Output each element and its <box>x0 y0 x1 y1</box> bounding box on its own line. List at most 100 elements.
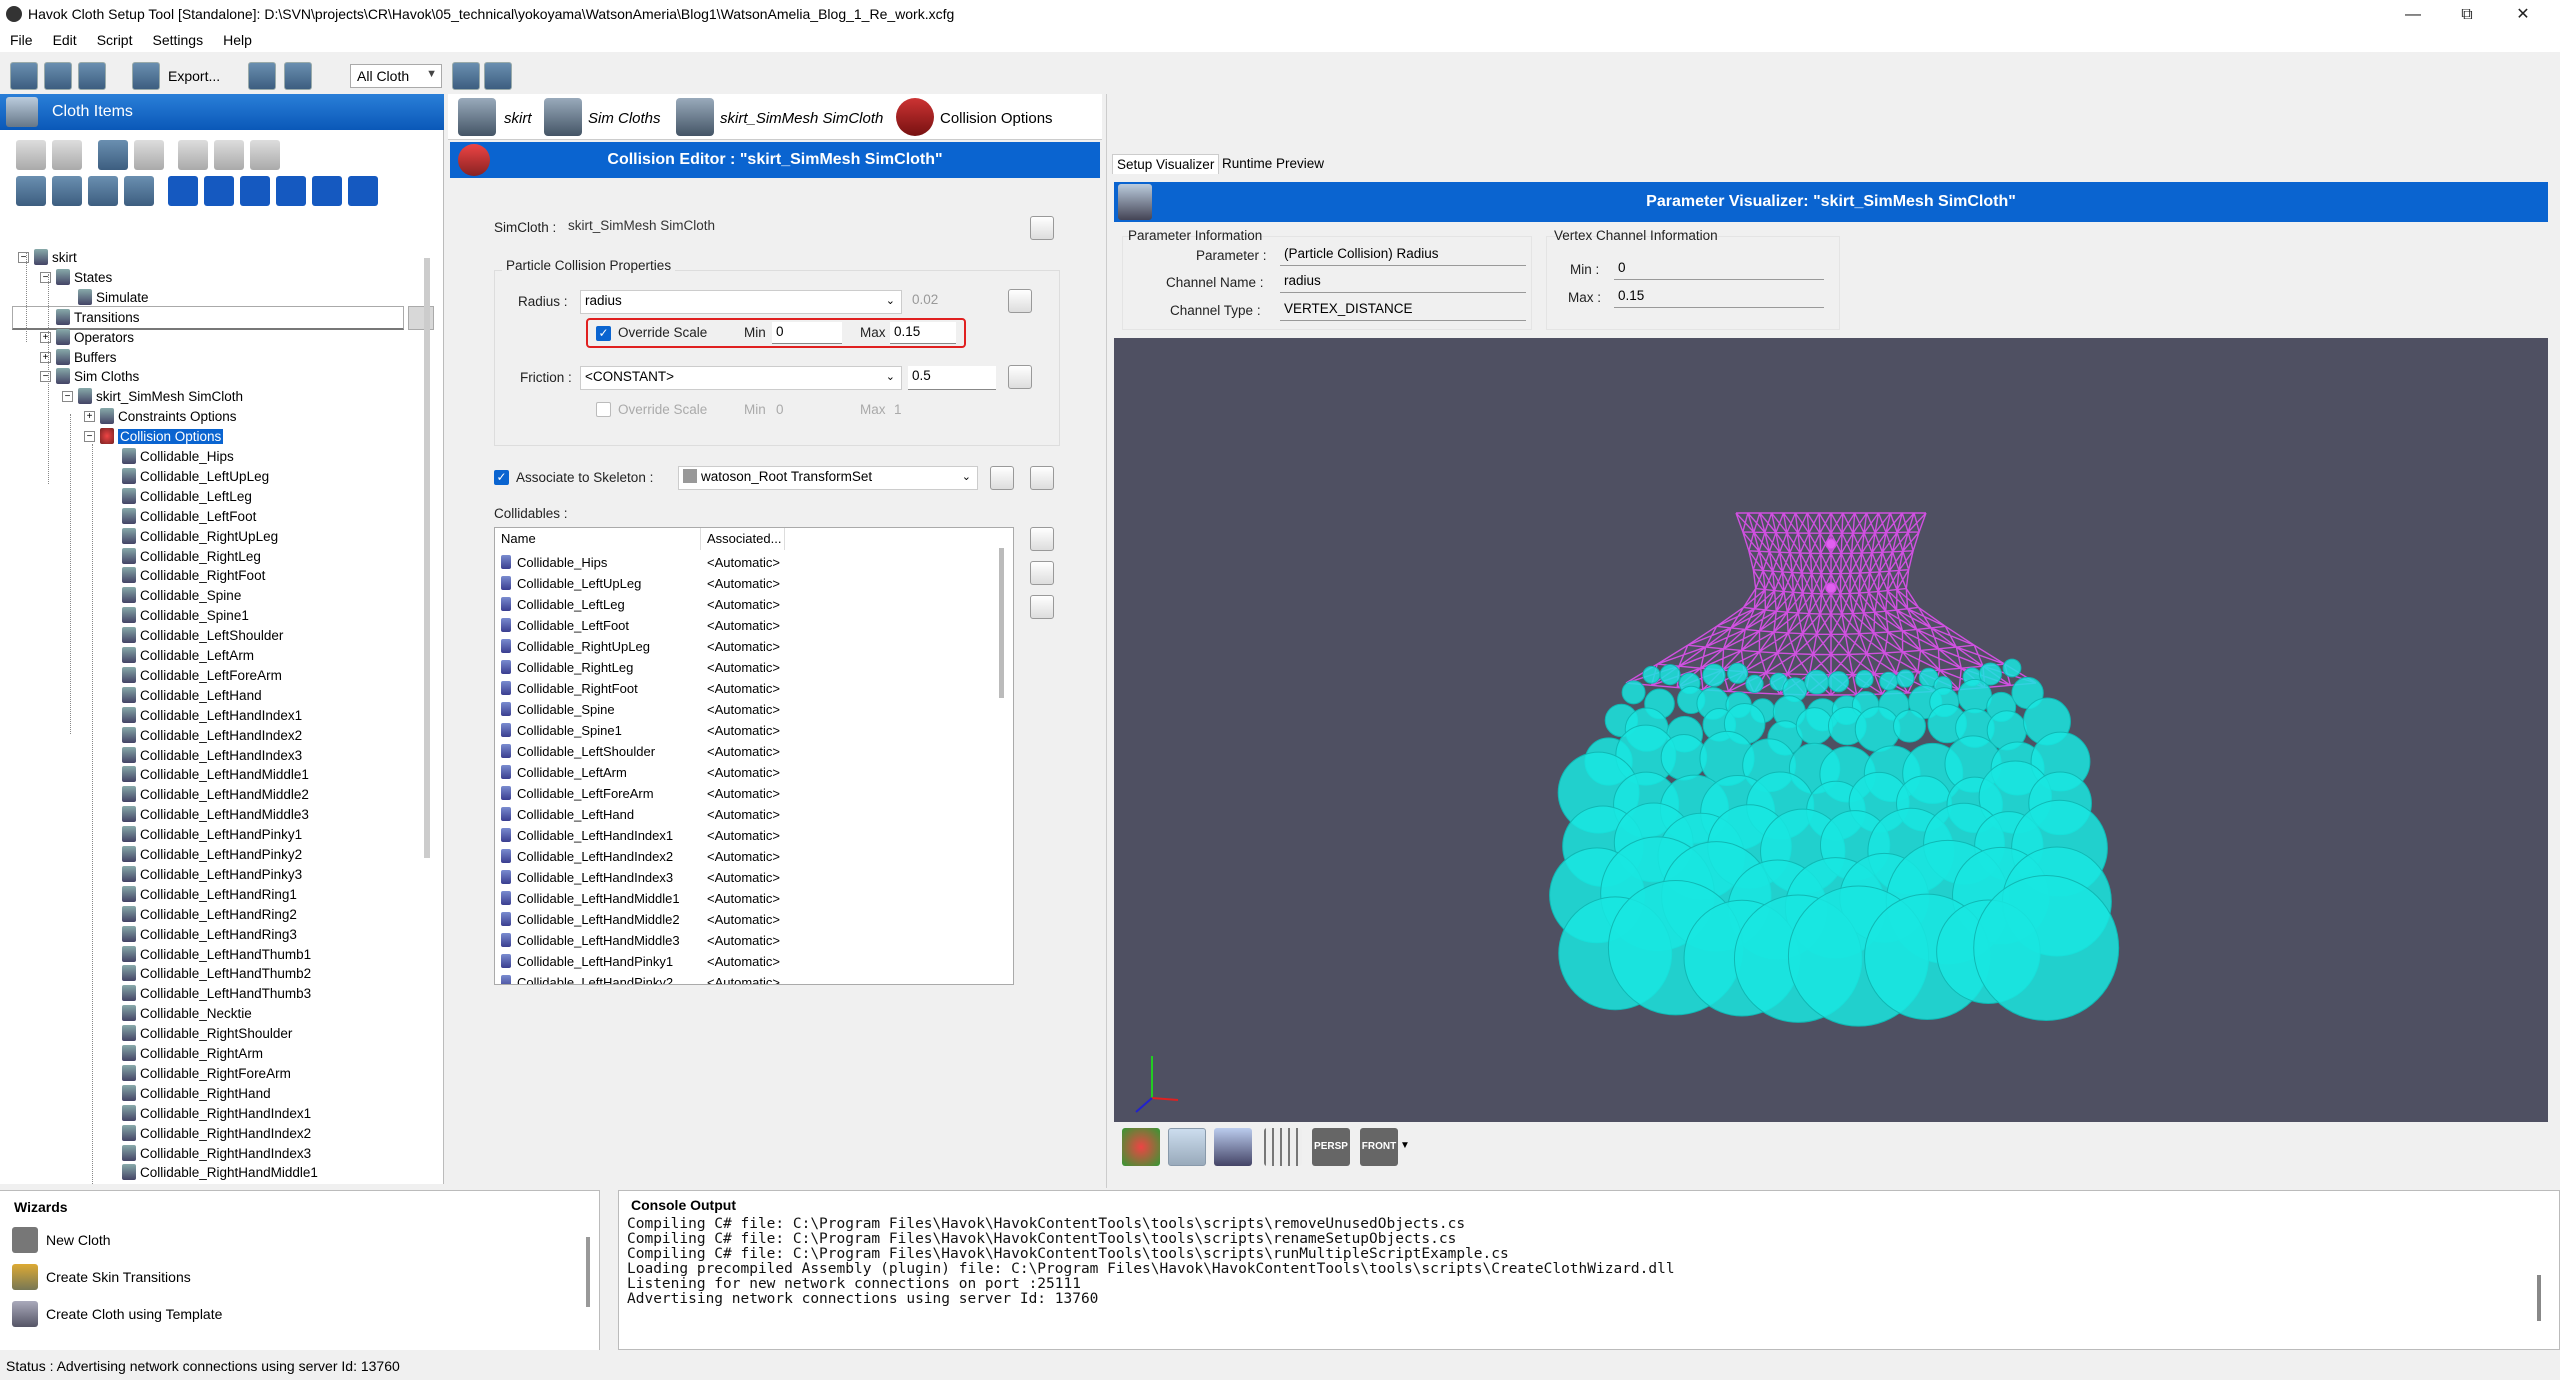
tree-item[interactable]: Collidable_Necktie <box>122 1004 252 1024</box>
console-scrollbar[interactable] <box>2537 1275 2541 1321</box>
table-row[interactable]: Collidable_RightFoot <Automatic> <box>495 678 995 699</box>
tab-skirt[interactable]: skirt <box>504 110 532 127</box>
tree-item[interactable]: Collidable_LeftFoot <box>122 507 256 527</box>
table-row[interactable]: Collidable_LeftHandIndex1 <Automatic> <box>495 825 995 846</box>
expand-icon[interactable]: + <box>40 351 51 363</box>
associate-skeleton-checkbox[interactable]: ✓ <box>494 470 509 485</box>
tree-item[interactable]: Collidable_RightUpLeg <box>122 527 278 547</box>
view-eye-icon-5[interactable] <box>312 176 342 206</box>
redo-tree-icon[interactable] <box>52 140 82 170</box>
grid-icon[interactable] <box>1264 1128 1302 1166</box>
collapse-icon[interactable]: − <box>84 431 95 443</box>
tab-collision-options[interactable]: Collision Options <box>940 110 1053 127</box>
tree-item[interactable]: + Constraints Options <box>84 407 237 427</box>
view-eye-icon-3[interactable] <box>240 176 270 206</box>
tree-item[interactable]: − Sim Cloths <box>40 367 139 387</box>
table-row[interactable]: Collidable_LeftHandIndex2 <Automatic> <box>495 846 995 867</box>
view-eye-icon-2[interactable] <box>204 176 234 206</box>
wizard-skin-transitions[interactable]: Create Skin Transitions <box>12 1262 512 1292</box>
collapse-icon[interactable]: − <box>62 391 73 403</box>
chevron-down-icon[interactable]: ▼ <box>1400 1140 1410 1151</box>
close-button[interactable]: ✕ <box>2500 2 2546 28</box>
table-row[interactable]: Collidable_LeftLeg <Automatic> <box>495 594 995 615</box>
tree-item[interactable]: Collidable_LeftHand <box>122 686 262 706</box>
wizard-new-cloth[interactable]: New Cloth <box>12 1225 512 1255</box>
tree-item[interactable]: − skirt_SimMesh SimCloth <box>62 387 243 407</box>
export-icon[interactable] <box>132 62 160 90</box>
table-row[interactable]: Collidable_LeftHandMiddle3 <Automatic> <box>495 930 995 951</box>
tree-item[interactable]: Collidable_LeftHandIndex1 <box>122 706 302 726</box>
tree-item[interactable]: Collidable_Spine1 <box>122 606 249 626</box>
tree-item[interactable]: + Operators <box>40 328 134 348</box>
tree-item[interactable]: Collidable_RightForeArm <box>122 1064 291 1084</box>
col-header-associated[interactable]: Associated... <box>701 528 785 550</box>
export-button[interactable]: Export... <box>168 68 220 84</box>
collidables-scrollbar[interactable] <box>999 548 1004 698</box>
skeleton-new-button[interactable] <box>990 466 1014 490</box>
friction-value-input[interactable]: 0.5 <box>908 366 996 390</box>
3d-viewport[interactable] <box>1114 338 2548 1122</box>
warning-icon[interactable] <box>452 62 480 90</box>
tree-scrollbar[interactable] <box>424 258 430 858</box>
save-icon[interactable] <box>78 62 106 90</box>
minimize-button[interactable]: — <box>2390 2 2436 28</box>
tree-item[interactable]: Collidable_LeftHandMiddle2 <box>122 785 309 805</box>
tree-item[interactable]: Collidable_LeftArm <box>122 646 254 666</box>
tree-item[interactable]: Collidable_RightHandIndex1 <box>122 1104 311 1124</box>
tree-item[interactable]: Collidable_LeftHandRing1 <box>122 885 297 905</box>
maximize-button[interactable]: ⧉ <box>2444 2 2490 28</box>
menu-settings[interactable]: Settings <box>142 30 213 48</box>
table-row[interactable]: Collidable_LeftArm <Automatic> <box>495 762 995 783</box>
tree-item[interactable]: Collidable_LeftHandPinky1 <box>122 825 302 845</box>
radius-channel-select[interactable]: radius ⌄ <box>580 290 902 314</box>
collapse-icon[interactable]: − <box>40 271 51 283</box>
table-row[interactable]: Collidable_LeftHandIndex3 <Automatic> <box>495 867 995 888</box>
arrow-down-icon[interactable] <box>1168 1128 1206 1166</box>
add-buffer-icon[interactable] <box>88 176 118 206</box>
tree-item[interactable]: Collidable_LeftHandMiddle3 <box>122 805 309 825</box>
tree-item[interactable]: Collidable_LeftHandIndex2 <box>122 726 302 746</box>
tree-item[interactable]: Collidable_LeftHandThumb3 <box>122 984 311 1004</box>
friction-channel-select[interactable]: <CONSTANT> ⌄ <box>580 366 902 390</box>
override-scale-2-checkbox[interactable] <box>596 402 611 417</box>
tree-item[interactable]: Collidable_LeftHandPinky3 <box>122 865 302 885</box>
mesh-view-icon[interactable] <box>1214 1128 1252 1166</box>
monitor-icon[interactable] <box>484 62 512 90</box>
tree-item[interactable]: Collidable_LeftHandPinky2 <box>122 845 302 865</box>
tree-item[interactable]: Collidable_RightHandIndex3 <box>122 1144 311 1164</box>
tree-item[interactable]: Collidable_LeftHandRing2 <box>122 905 297 925</box>
sim-cloths-tab-icon[interactable] <box>544 98 582 136</box>
tree-item[interactable]: Collidable_Spine <box>122 586 241 606</box>
tree-item[interactable]: − skirt <box>18 248 77 268</box>
collidable-delete-button[interactable] <box>1030 595 1054 619</box>
table-row[interactable]: Collidable_LeftHandMiddle1 <Automatic> <box>495 888 995 909</box>
tree-item[interactable]: Collidable_LeftLeg <box>122 487 252 507</box>
collidable-edit-button[interactable] <box>1030 561 1054 585</box>
add-simcloth-icon[interactable] <box>124 176 154 206</box>
min-scale-input[interactable]: 0 <box>772 322 842 344</box>
menu-edit[interactable]: Edit <box>43 30 87 48</box>
new-item-icon[interactable] <box>134 140 164 170</box>
collision-tab-icon[interactable] <box>896 98 934 136</box>
tab-simcloth[interactable]: skirt_SimMesh SimCloth <box>720 110 883 127</box>
edit-item-icon[interactable] <box>178 140 208 170</box>
table-row[interactable]: Collidable_LeftForeArm <Automatic> <box>495 783 995 804</box>
edit-dropdown-icon[interactable] <box>284 62 312 90</box>
collapse-icon[interactable]: − <box>18 252 29 263</box>
add-cloth-icon[interactable] <box>16 176 46 206</box>
table-row[interactable]: Collidable_LeftFoot <Automatic> <box>495 615 995 636</box>
tab-setup-visualizer[interactable]: Setup Visualizer <box>1112 154 1220 174</box>
simcloth-tab-icon[interactable] <box>676 98 714 136</box>
table-row[interactable]: Collidable_RightLeg <Automatic> <box>495 657 995 678</box>
persp-button[interactable]: PERSP <box>1312 1128 1350 1166</box>
view-eye-icon-1[interactable] <box>168 176 198 206</box>
tree-item[interactable]: Collidable_RightHand <box>122 1084 271 1104</box>
tree-item[interactable]: Transitions <box>56 308 140 328</box>
open-folder-icon[interactable] <box>44 62 72 90</box>
tree-item[interactable]: Collidable_Hips <box>122 447 234 467</box>
table-row[interactable]: Collidable_RightUpLeg <Automatic> <box>495 636 995 657</box>
table-row[interactable]: Collidable_LeftHandPinky1 <Automatic> <box>495 951 995 972</box>
tree-item[interactable]: Collidable_LeftForeArm <box>122 666 282 686</box>
table-row[interactable]: Collidable_Spine <Automatic> <box>495 699 995 720</box>
tree-item[interactable]: + Buffers <box>40 348 117 368</box>
